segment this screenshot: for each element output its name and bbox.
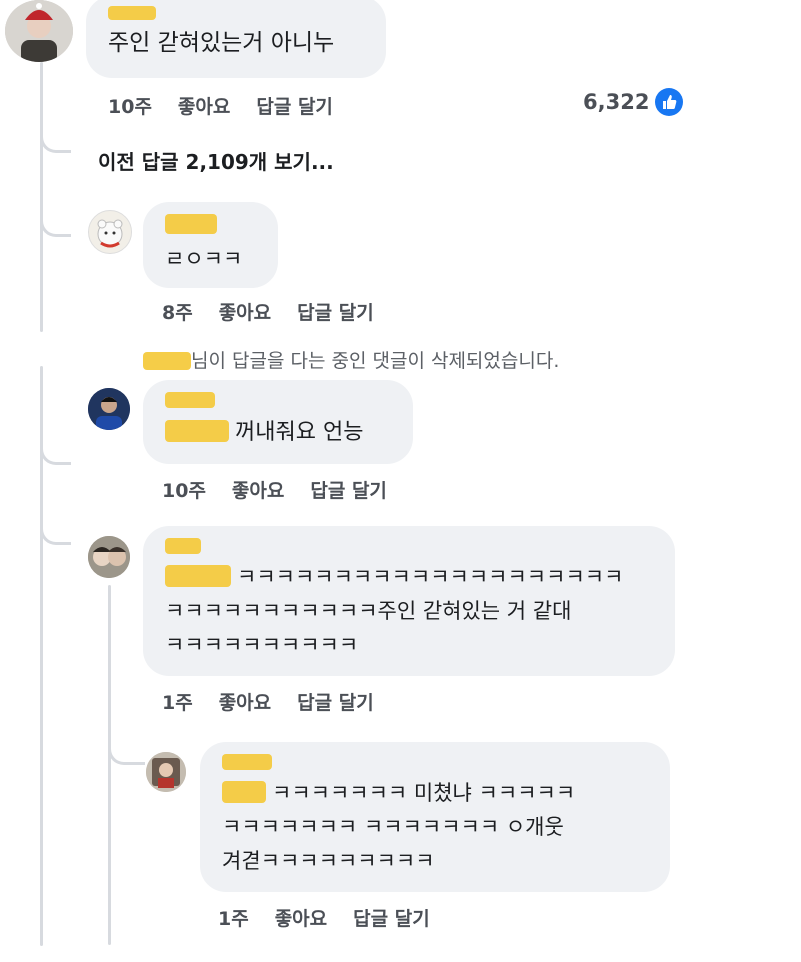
deleted-comment-notice: 님이 답글을 다는 중인 댓글이 삭제되었습니다.	[143, 346, 559, 373]
avatar[interactable]	[88, 210, 132, 254]
like-button[interactable]: 좋아요	[275, 904, 327, 931]
comment-text: ㄹㅇㅋㅋ	[165, 247, 243, 271]
deleted-notice-text: 님이 답글을 다는 중인 댓글이 삭제되었습니다.	[191, 350, 560, 372]
avatar[interactable]	[88, 388, 130, 430]
comment-time: 1주	[162, 692, 193, 714]
comment-text-line-1: ㅋㅋㅋㅋㅋㅋㅋ 미쳤냐 ㅋㅋㅋㅋㅋ	[272, 781, 576, 805]
reply-button[interactable]: 답글 달기	[297, 298, 374, 325]
comment-actions: 10주 좋아요 답글 달기	[162, 476, 387, 503]
comment-text-line-2: ㅋㅋㅋㅋㅋㅋㅋㅋㅋㅋㅋ주인 갇혀있는 거 같대	[165, 599, 572, 623]
comment-text-line-3: ㅋㅋㅋㅋㅋㅋㅋㅋㅋㅋ	[165, 633, 359, 657]
mention-redacted[interactable]	[165, 420, 229, 442]
comment-bubble: ㄹㅇㅋㅋ	[143, 202, 278, 288]
reply-button[interactable]: 답글 달기	[297, 688, 374, 715]
comment-text-line-2: ㅋㅋㅋㅋㅋㅋㅋ ㅋㅋㅋㅋㅋㅋㅋ ㅇ개웃	[222, 815, 564, 839]
comment-time: 1주	[218, 908, 249, 930]
thread-branch	[40, 440, 71, 465]
comment-bubble: ㅋㅋㅋㅋㅋㅋㅋ 미쳤냐 ㅋㅋㅋㅋㅋ ㅋㅋㅋㅋㅋㅋㅋ ㅋㅋㅋㅋㅋㅋㅋ ㅇ개웃 겨겯…	[200, 742, 670, 892]
avatar[interactable]	[5, 0, 73, 62]
comment-text: ㅋㅋㅋㅋㅋㅋㅋ 미쳤냐 ㅋㅋㅋㅋㅋ ㅋㅋㅋㅋㅋㅋㅋ ㅋㅋㅋㅋㅋㅋㅋ ㅇ개웃 겨겯…	[222, 776, 648, 878]
thread-line	[40, 62, 43, 332]
comment-actions: 1주 좋아요 답글 달기	[162, 688, 374, 715]
like-button[interactable]: 좋아요	[232, 476, 284, 503]
reply-button[interactable]: 답글 달기	[310, 476, 387, 503]
mention-redacted[interactable]	[222, 781, 266, 803]
comment-time: 8주	[162, 302, 193, 324]
previous-replies-prefix: 이전 답글	[98, 150, 186, 174]
comment-line: ㅋㅋㅋㅋㅋㅋㅋ 미쳤냐 ㅋㅋㅋㅋㅋ	[222, 776, 648, 810]
comment-bubble: 주인 갇혀있는거 아니누	[86, 0, 386, 78]
comment-text: 주인 갇혀있는거 아니누	[108, 30, 335, 56]
avatar[interactable]	[146, 752, 186, 792]
author-name-redacted[interactable]	[165, 538, 201, 554]
like-button[interactable]: 좋아요	[219, 298, 271, 325]
reaction-count[interactable]: 6,322	[583, 88, 684, 116]
thread-branch	[40, 212, 71, 237]
author-name-redacted[interactable]	[165, 392, 215, 408]
thread-branch	[108, 740, 145, 765]
comment-bubble: ㅋㅋㅋㅋㅋㅋㅋㅋㅋㅋㅋㅋㅋㅋㅋㅋㅋㅋㅋㅋ ㅋㅋㅋㅋㅋㅋㅋㅋㅋㅋㅋ주인 갇혀있는 …	[143, 526, 675, 676]
like-count: 6,322	[583, 90, 650, 114]
comment-text-body: 꺼내줘요 언능	[235, 420, 364, 445]
comment-time: 10주	[162, 480, 206, 502]
comment-time: 10주	[108, 96, 152, 118]
comment-actions: 1주 좋아요 답글 달기	[218, 904, 430, 931]
comment-text-line-3: 겨겯ㅋㅋㅋㅋㅋㅋㅋㅋㅋ	[222, 849, 435, 873]
view-previous-replies[interactable]: 이전 답글 2,109개 보기...	[98, 146, 334, 175]
thread-line	[108, 585, 111, 945]
author-name-redacted[interactable]	[108, 6, 156, 20]
thread-branch	[40, 128, 71, 153]
thumbs-up-icon	[655, 88, 684, 116]
like-button[interactable]: 좋아요	[178, 92, 230, 119]
thread-branch	[40, 520, 71, 545]
author-name-redacted	[143, 352, 191, 370]
comment-bubble: 꺼내줘요 언능	[143, 380, 413, 464]
like-button[interactable]: 좋아요	[219, 688, 271, 715]
author-name-redacted[interactable]	[222, 754, 272, 770]
comment-actions: 10주 좋아요 답글 달기	[108, 92, 333, 119]
mention-redacted[interactable]	[165, 565, 231, 587]
comment-text-line-1: ㅋㅋㅋㅋㅋㅋㅋㅋㅋㅋㅋㅋㅋㅋㅋㅋㅋㅋㅋㅋ	[237, 565, 624, 589]
previous-replies-count: 2,109	[185, 150, 249, 174]
comment-text: ㅋㅋㅋㅋㅋㅋㅋㅋㅋㅋㅋㅋㅋㅋㅋㅋㅋㅋㅋㅋ ㅋㅋㅋㅋㅋㅋㅋㅋㅋㅋㅋ주인 갇혀있는 …	[165, 560, 653, 662]
reply-button[interactable]: 답글 달기	[256, 92, 333, 119]
previous-replies-suffix: 개 보기...	[248, 150, 334, 174]
reply-button[interactable]: 답글 달기	[353, 904, 430, 931]
avatar[interactable]	[88, 536, 130, 578]
comment-line: ㅋㅋㅋㅋㅋㅋㅋㅋㅋㅋㅋㅋㅋㅋㅋㅋㅋㅋㅋㅋ	[165, 560, 653, 594]
comment-actions: 8주 좋아요 답글 달기	[162, 298, 374, 325]
comment-text: 꺼내줘요 언능	[165, 416, 391, 450]
author-name-redacted[interactable]	[165, 214, 217, 234]
